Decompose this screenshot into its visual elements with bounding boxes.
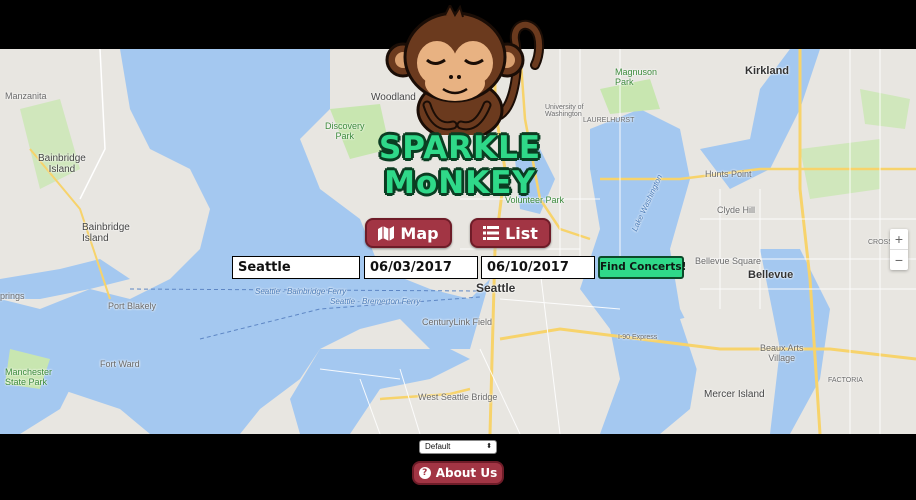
map-label-bainbridge: Bainbridge Island: [38, 153, 86, 175]
map-label-ferry-bremerton: Seattle - Bremerton Ferry: [330, 297, 421, 306]
map-label-bainbridge-island: Bainbridge Island: [82, 222, 130, 244]
city-input[interactable]: Seattle: [232, 256, 360, 279]
map-label-port-blakely: Port Blakely: [108, 301, 157, 311]
end-date-input[interactable]: 06/10/2017: [481, 256, 595, 279]
question-circle-icon: ?: [418, 467, 431, 479]
zoom-out-button[interactable]: −: [890, 250, 908, 270]
about-us-label: About Us: [435, 466, 498, 480]
map-label-bellevue-square: Bellevue Square: [695, 256, 762, 266]
map-label-ferry-bainbridge: Seattle - Bainbridge Ferry: [255, 287, 347, 296]
map-label-west-seattle-bridge: West Seattle Bridge: [418, 392, 498, 402]
map-label-centurylink: CenturyLink Field: [422, 317, 493, 327]
map-label-springs: prings: [0, 291, 25, 301]
map-label-mercer-island: Mercer Island: [704, 389, 765, 400]
zoom-in-button[interactable]: +: [890, 229, 908, 249]
map-label-seattle: Seattle: [476, 281, 516, 295]
logo-title-line1: SPARKLE: [378, 130, 541, 166]
sort-select[interactable]: Default ⬍: [419, 440, 497, 454]
map-icon: [378, 225, 395, 241]
map-label-fort-ward: Fort Ward: [100, 359, 140, 369]
map-label-manzanita: Manzanita: [5, 91, 47, 101]
map-label-hunts-point: Hunts Point: [705, 169, 752, 179]
map-label-discovery-park: Discovery Park: [325, 121, 365, 141]
map-label-magnuson: Magnuson Park: [615, 67, 658, 87]
map-label-laurelhurst: LAURELHURST: [583, 117, 635, 124]
list-icon: [483, 226, 500, 240]
map-label-i90-express: I-90 Express: [618, 334, 658, 341]
list-button-label: List: [505, 223, 538, 243]
monkey-mascot-icon: [385, 2, 545, 142]
map-label-kirkland: Kirkland: [745, 65, 790, 77]
sparkle-monkey-logo: SPARKLE MoNKEY: [365, 2, 555, 205]
map-label-manchester: Manchester State Park: [5, 367, 53, 387]
map-button-label: Map: [400, 223, 439, 243]
sort-select-value: Default: [425, 442, 451, 451]
list-view-button[interactable]: List: [470, 218, 551, 248]
map-label-beaux-arts: Beaux Arts Village: [760, 343, 804, 363]
map-label-bellevue: Bellevue: [748, 269, 794, 281]
logo-title-line2: MoNKEY: [384, 165, 536, 201]
map-label-factoria: FACTORIA: [828, 377, 863, 384]
map-zoom-control: + −: [890, 229, 908, 270]
about-us-button[interactable]: ? About Us: [412, 461, 504, 485]
map-view-button[interactable]: Map: [365, 218, 452, 248]
start-date-input[interactable]: 06/03/2017: [364, 256, 478, 279]
select-arrows-icon: ⬍: [486, 443, 492, 450]
map-label-clyde-hill: Clyde Hill: [717, 205, 756, 215]
find-concerts-button[interactable]: Find Concerts!: [598, 256, 686, 279]
